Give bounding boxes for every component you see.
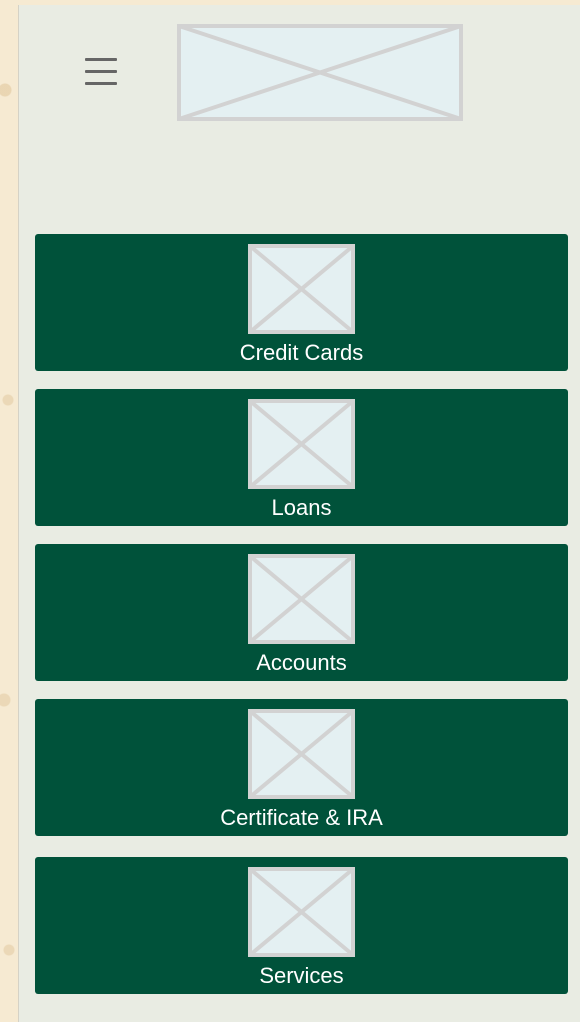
- image-placeholder-icon: [248, 399, 355, 489]
- tile-label: Loans: [271, 495, 332, 520]
- image-placeholder-icon: [248, 244, 355, 334]
- image-placeholder-icon: [248, 554, 355, 644]
- image-placeholder-icon: [248, 867, 355, 957]
- tile-certificate-ira[interactable]: Certificate & IRA: [35, 699, 568, 836]
- tile-label: Accounts: [256, 650, 347, 675]
- tile-credit-cards[interactable]: Credit Cards: [35, 234, 568, 371]
- category-tiles: Credit Cards Loans Accounts Certificate …: [35, 234, 568, 1012]
- menu-bar: [85, 70, 117, 73]
- tile-label: Certificate & IRA: [220, 805, 383, 830]
- menu-bar: [85, 82, 117, 85]
- image-placeholder-icon: [248, 709, 355, 799]
- tile-services[interactable]: Services: [35, 857, 568, 994]
- menu-bar: [85, 58, 117, 61]
- hamburger-menu-icon[interactable]: [83, 54, 121, 90]
- tile-accounts[interactable]: Accounts: [35, 544, 568, 681]
- tile-label: Services: [259, 963, 344, 988]
- tile-loans[interactable]: Loans: [35, 389, 568, 526]
- logo-image-placeholder-icon: [177, 24, 463, 121]
- tile-label: Credit Cards: [239, 340, 364, 365]
